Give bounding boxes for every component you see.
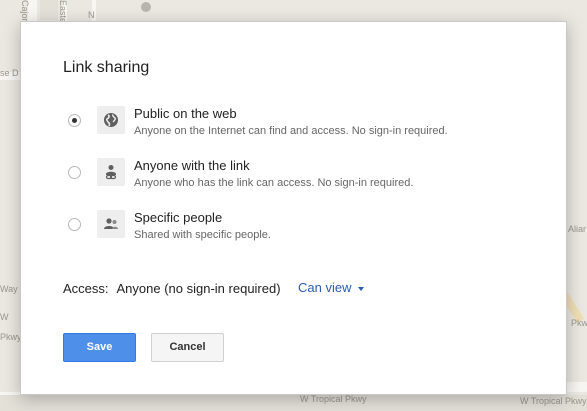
map-label: Cajon (20, 0, 30, 24)
save-button[interactable]: Save (63, 333, 136, 362)
option-label: Specific people (134, 210, 223, 225)
radio-specific-people[interactable] (68, 218, 81, 231)
globe-icon (97, 106, 125, 134)
access-row: Access: Anyone (no sign-in required) (63, 281, 281, 296)
option-label: Public on the web (134, 106, 237, 121)
permission-dropdown[interactable]: Can view (298, 280, 365, 295)
access-label: Access: (63, 281, 109, 296)
link-person-icon (97, 158, 125, 186)
option-description: Anyone on the Internet can find and acce… (134, 125, 448, 137)
radio-anyone-with-link[interactable] (68, 166, 81, 179)
chevron-down-icon (358, 286, 365, 291)
map-block (0, 395, 587, 411)
option-public-on-web[interactable]: Public on the web Anyone on the Internet… (63, 106, 523, 142)
radio-public-on-web[interactable] (68, 114, 81, 127)
map-block (40, 0, 58, 20)
map-label: se D (0, 68, 19, 78)
map-label: Pkwy (571, 318, 587, 328)
map-label: W (0, 312, 9, 322)
option-description: Shared with specific people. (134, 229, 271, 241)
map-label: Aliar (568, 224, 587, 234)
map-label: W Tropical Pkwy (520, 396, 587, 406)
map-label: W Tropical Pkwy (300, 394, 367, 404)
permission-dropdown-label: Can view (298, 280, 352, 295)
option-label: Anyone with the link (134, 158, 250, 173)
map-pin-icon (141, 2, 151, 12)
access-value: Anyone (no sign-in required) (116, 281, 281, 296)
map-label: Pkwy (0, 332, 22, 342)
option-anyone-with-link[interactable]: Anyone with the link Anyone who has the … (63, 158, 523, 194)
dialog-title: Link sharing (63, 59, 150, 76)
option-specific-people[interactable]: Specific people Shared with specific peo… (63, 210, 523, 246)
option-description: Anyone who has the link can access. No s… (134, 177, 414, 189)
people-icon (97, 210, 125, 238)
map-label: N (88, 10, 95, 20)
map-label: Way (0, 284, 18, 294)
cancel-button[interactable]: Cancel (151, 333, 224, 362)
link-sharing-dialog: Link sharing Public on the web Anyone on… (20, 21, 567, 395)
